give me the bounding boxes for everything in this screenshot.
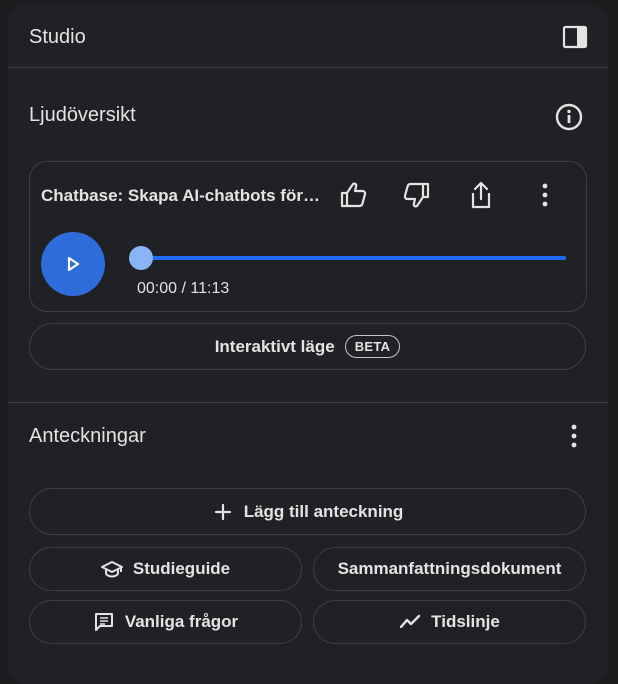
add-note-label: Lägg till anteckning bbox=[243, 501, 404, 521]
interactive-mode-button[interactable]: Interaktivt läge BETA bbox=[29, 323, 586, 370]
add-note-button[interactable]: Lägg till anteckning bbox=[29, 488, 586, 535]
progress-track bbox=[141, 256, 566, 260]
school-icon bbox=[100, 561, 123, 578]
studio-title: Studio bbox=[29, 26, 86, 48]
interactive-mode-label: Interaktivt läge bbox=[214, 336, 335, 356]
more-vert-icon[interactable] bbox=[528, 178, 562, 212]
share-icon[interactable] bbox=[464, 178, 498, 212]
studio-panel: Studio Ljudöversikt Chatbase: Skapa AI-c… bbox=[8, 4, 608, 684]
summary-document-button[interactable]: Sammanfattningsdokument bbox=[313, 547, 586, 591]
plus-icon bbox=[214, 503, 231, 520]
time-separator: / bbox=[177, 280, 191, 297]
thumbs-up-icon[interactable] bbox=[336, 178, 370, 212]
trend-icon bbox=[399, 614, 421, 629]
section-divider bbox=[8, 402, 608, 403]
progress-thumb[interactable] bbox=[129, 246, 153, 270]
audio-overview-card: Chatbase: Skapa AI-chatbots för din webb… bbox=[29, 161, 587, 312]
time-current: 00:00 bbox=[137, 280, 178, 297]
playback-progress-slider[interactable] bbox=[129, 245, 566, 271]
audio-item-title: Chatbase: Skapa AI-chatbots för din webb… bbox=[41, 186, 323, 205]
thumbs-down-icon[interactable] bbox=[400, 178, 434, 212]
notes-title: Anteckningar bbox=[29, 425, 146, 447]
info-icon[interactable] bbox=[554, 102, 584, 132]
study-guide-label: Studieguide bbox=[132, 559, 231, 578]
more-vert-icon[interactable] bbox=[563, 422, 585, 450]
timeline-label: Tidslinje bbox=[431, 612, 500, 631]
chat-lines-icon bbox=[94, 613, 113, 631]
summary-document-label: Sammanfattningsdokument bbox=[337, 559, 562, 578]
play-icon bbox=[67, 256, 80, 272]
faq-label: Vanliga frågor bbox=[124, 612, 239, 631]
audio-overview-title: Ljudöversikt bbox=[29, 104, 136, 126]
beta-badge: BETA bbox=[344, 335, 401, 358]
time-total: 11:13 bbox=[190, 280, 230, 297]
panel-toggle-icon[interactable] bbox=[562, 24, 588, 50]
studio-header: Studio bbox=[8, 4, 608, 68]
playback-time: 00:00 / 11:13 bbox=[137, 280, 229, 298]
study-guide-button[interactable]: Studieguide bbox=[29, 547, 302, 591]
play-button[interactable] bbox=[41, 232, 105, 296]
timeline-button[interactable]: Tidslinje bbox=[313, 600, 586, 644]
faq-button[interactable]: Vanliga frågor bbox=[29, 600, 302, 644]
